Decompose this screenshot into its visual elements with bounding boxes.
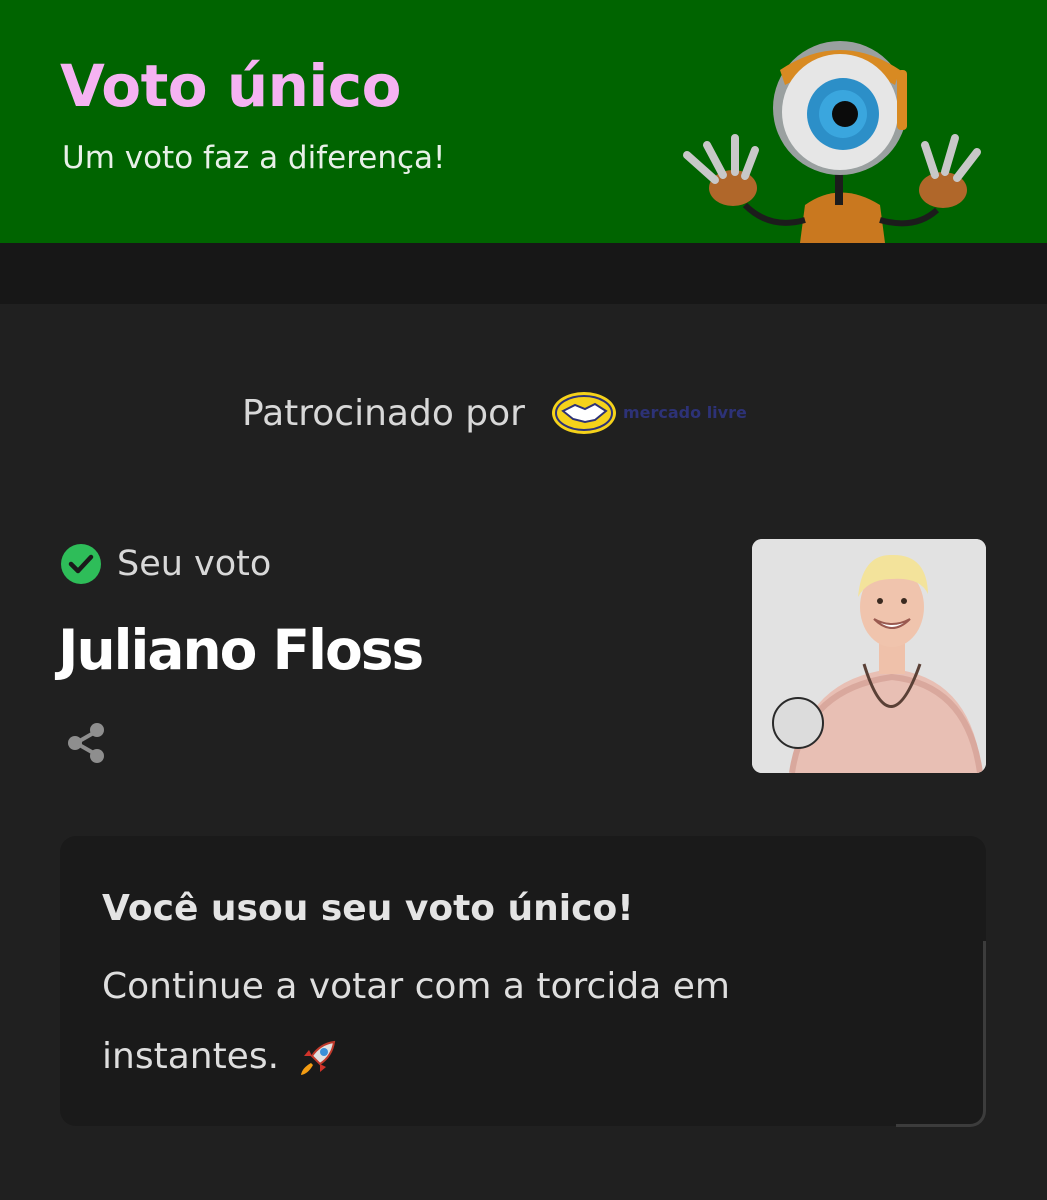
card-body-text: Continue a votar com a torcida em instan… bbox=[102, 952, 802, 1092]
sponsor-logo-text: mercado livre bbox=[622, 403, 747, 422]
candidate-name: Juliano Floss bbox=[58, 618, 424, 682]
photo-indicator-dot bbox=[772, 697, 824, 749]
check-circle-icon bbox=[61, 544, 101, 584]
sponsor-label: Patrocinado por bbox=[242, 392, 525, 434]
share-icon[interactable] bbox=[64, 720, 110, 766]
card-edge-decoration bbox=[896, 941, 986, 1127]
header-banner: Voto único Um voto faz a diferença! bbox=[0, 0, 1047, 243]
rocket-icon bbox=[301, 1040, 336, 1075]
candidate-photo bbox=[752, 539, 986, 773]
card-body-message: Continue a votar com a torcida em instan… bbox=[102, 966, 730, 1077]
info-card: Você usou seu voto único! Continue a vot… bbox=[60, 836, 986, 1127]
handshake-icon bbox=[551, 392, 616, 434]
header-divider-band bbox=[0, 243, 1047, 304]
page-title: Voto único bbox=[60, 52, 402, 120]
vote-status-label: Seu voto bbox=[117, 544, 272, 584]
vote-status: Seu voto bbox=[60, 543, 271, 585]
sponsor-line: Patrocinado por mercado livre bbox=[242, 388, 747, 438]
sponsor-logo[interactable]: mercado livre bbox=[551, 391, 747, 435]
card-title: Você usou seu voto único! bbox=[102, 888, 634, 929]
page-subtitle: Um voto faz a diferença! bbox=[62, 140, 446, 176]
mascot-icon bbox=[683, 41, 981, 243]
